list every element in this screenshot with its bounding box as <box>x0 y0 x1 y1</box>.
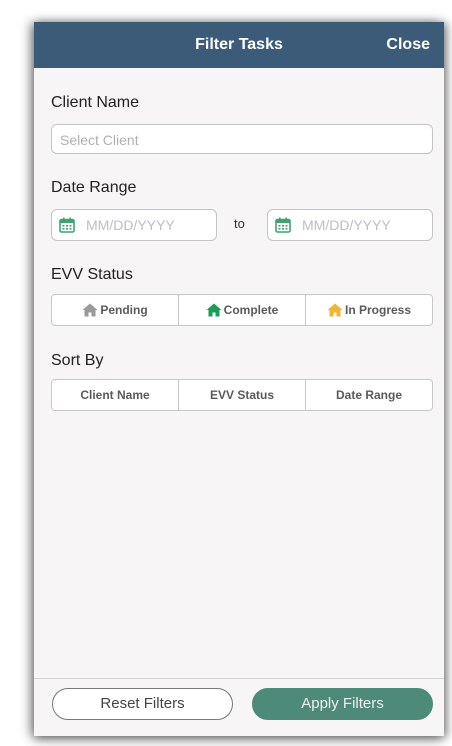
calendar-icon <box>59 217 75 233</box>
client-select-input[interactable]: Select Client <box>51 124 433 154</box>
evv-status-in-progress[interactable]: In Progress <box>305 295 432 325</box>
date-range-label: Date Range <box>51 179 137 196</box>
screenshot-stage: Filter Tasks Close Client Name Select Cl… <box>0 0 452 746</box>
page-title: Filter Tasks <box>195 36 283 53</box>
sort-by-evv-status[interactable]: EVV Status <box>178 380 305 410</box>
evv-status-complete[interactable]: Complete <box>178 295 305 325</box>
sort-by-date-range[interactable]: Date Range <box>305 380 432 410</box>
date-from-placeholder: MM/DD/YYYY <box>86 217 175 233</box>
date-from-input[interactable]: MM/DD/YYYY <box>51 209 217 241</box>
sort-by-label: Sort By <box>51 352 104 369</box>
house-icon <box>327 303 343 317</box>
client-select-placeholder: Select Client <box>60 132 139 148</box>
evv-status-pending[interactable]: Pending <box>52 295 178 325</box>
filter-panel: Filter Tasks Close Client Name Select Cl… <box>34 22 444 736</box>
evv-status-pending-label: Pending <box>100 303 148 317</box>
evv-status-complete-label: Complete <box>223 303 279 317</box>
reset-filters-button[interactable]: Reset Filters <box>52 688 233 720</box>
date-range-separator: to <box>234 216 245 231</box>
evv-status-label: EVV Status <box>51 266 133 283</box>
client-name-label: Client Name <box>51 94 140 111</box>
date-to-placeholder: MM/DD/YYYY <box>302 217 391 233</box>
date-to-input[interactable]: MM/DD/YYYY <box>267 209 433 241</box>
header-bar: Filter Tasks Close <box>34 22 444 68</box>
footer-divider <box>34 678 444 679</box>
sort-by-client-name[interactable]: Client Name <box>52 380 178 410</box>
calendar-icon <box>275 217 291 233</box>
house-icon <box>206 303 222 317</box>
close-button[interactable]: Close <box>386 22 430 68</box>
evv-status-segmented-control: Pending Complete In Progress <box>51 294 433 326</box>
evv-status-in-progress-label: In Progress <box>344 303 412 317</box>
apply-filters-button[interactable]: Apply Filters <box>252 688 433 720</box>
sort-by-segmented-control: Client Name EVV Status Date Range <box>51 379 433 411</box>
house-icon <box>82 303 98 317</box>
